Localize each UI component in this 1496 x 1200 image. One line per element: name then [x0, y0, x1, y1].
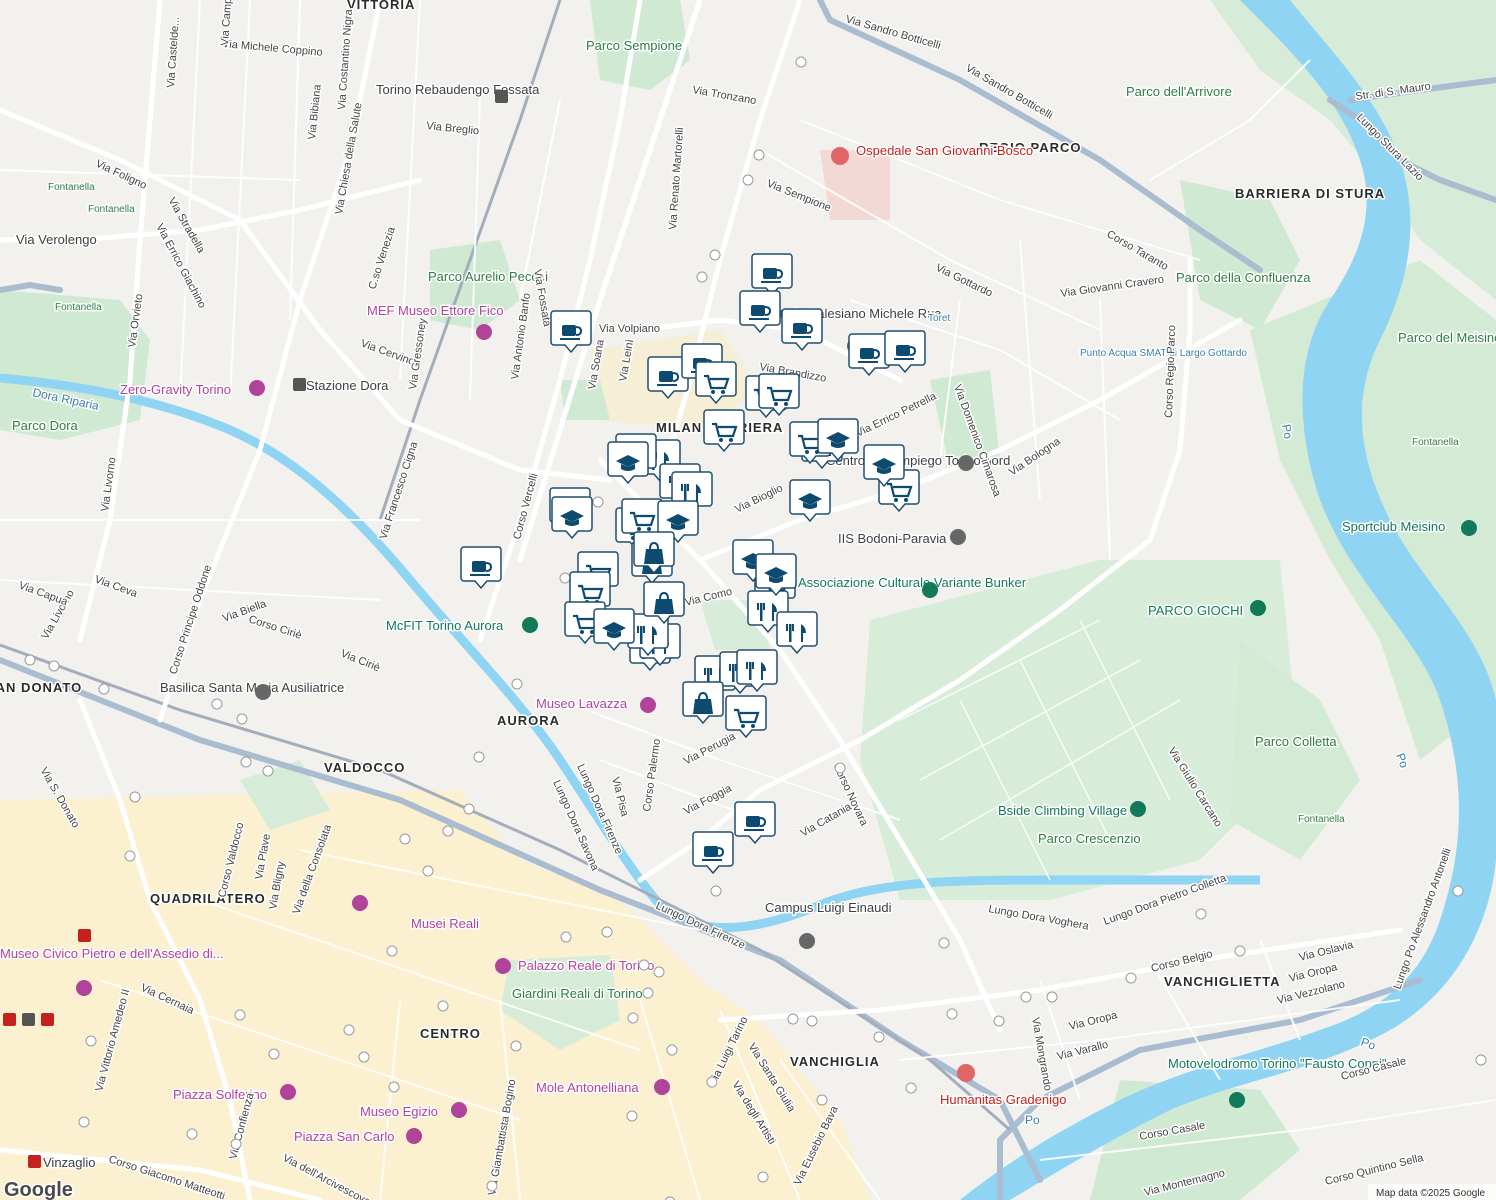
poi-label-basilica: Basilica Santa Maria Ausiliatrice: [160, 680, 344, 695]
metro-icon: [78, 929, 91, 942]
sport-icon: [1229, 1092, 1245, 1108]
park-label-arrivore: Parco dell'Arrivore: [1126, 84, 1232, 99]
park-label-colletta: Parco Colletta: [1255, 734, 1337, 749]
poi-label-variante-bunker: Associazione Culturale Variante Bunker: [798, 575, 1027, 590]
park-icon: [1250, 600, 1266, 616]
poi-label-mcfit: McFIT Torino Aurora: [386, 618, 504, 633]
sport-icon: [522, 617, 538, 633]
park-label-confluenza: Parco della Confluenza: [1176, 270, 1311, 285]
map-canvas[interactable]: VITTORIA REGIO PARCO BARRIERA DI STURA M…: [0, 0, 1496, 1200]
museum-icon: [654, 1079, 670, 1095]
school-icon: [799, 933, 815, 949]
sport-icon: [922, 582, 938, 598]
river-label-po: Po: [1279, 423, 1295, 440]
museum-icon: [495, 958, 511, 974]
park-label-fontanella-4: Fontanella: [1412, 437, 1459, 448]
museum-icon: [352, 895, 368, 911]
museum-icon: [451, 1102, 467, 1118]
area-label-san-donato: SAN DONATO: [0, 680, 82, 695]
area-label-centro: CENTRO: [420, 1026, 481, 1041]
poi-label-mole-antonelliana: Mole Antonelliana: [536, 1080, 639, 1095]
poi-label-iis-bodoni-paravia: IIS Bodoni-Paravia: [838, 531, 947, 546]
poi-label-rebaudengo-fossata: Torino Rebaudengo Fossata: [376, 82, 540, 97]
park-label-fontanella-1: Fontanella: [48, 182, 95, 193]
train-icon: [293, 378, 306, 391]
area-label-quadrilatero: QUADRILATERO: [150, 891, 266, 906]
park-label-peccei: Parco Aurelio Peccei: [428, 269, 548, 284]
poi-label-campus-einaudi: Campus Luigi Einaudi: [765, 900, 892, 915]
park-label-parco-giochi: PARCO GIOCHI: [1148, 603, 1243, 618]
sport-icon: [1130, 801, 1146, 817]
museum-icon: [249, 380, 265, 396]
poi-label-museo-civico-pietro: Museo Civico Pietro e dell'Assedio di...: [0, 946, 224, 961]
area-label-aurora: AURORA: [497, 713, 560, 728]
park-label-dora: Parco Dora: [12, 418, 79, 433]
area-label-valdocco: VALDOCCO: [324, 760, 405, 775]
park-label-fontanella-3: Fontanella: [55, 302, 102, 313]
train-icon: [22, 1013, 35, 1026]
museum-icon: [640, 697, 656, 713]
hospital-icon: [957, 1064, 975, 1082]
poi-label-bside-climbing: Bside Climbing Village: [998, 803, 1127, 818]
park-label-fontanella-5: Fontanella: [1298, 814, 1345, 825]
metro-icon: [41, 1013, 54, 1026]
train-icon: [495, 90, 508, 103]
area-label-vittoria: VITTORIA: [347, 0, 415, 12]
area-label-vanchiglia: VANCHIGLIA: [790, 1054, 880, 1069]
poi-label-sportclub-meisino: Sportclub Meisino: [1342, 519, 1445, 534]
poi-label-ospedale-san-giovanni-bosco: Ospedale San Giovanni Bosco: [856, 143, 1033, 158]
museum-icon: [476, 324, 492, 340]
museum-icon: [406, 1128, 422, 1144]
area-label-vanchiglietta: VANCHIGLIETTA: [1164, 974, 1281, 989]
museum-icon: [280, 1084, 296, 1100]
poi-label-mef-museo-ettore-fico: MEF Museo Ettore Fico: [367, 303, 504, 318]
poi-label-vinzaglio: Vinzaglio: [43, 1155, 96, 1170]
area-label-barriera-di-stura: BARRIERA DI STURA: [1235, 186, 1385, 201]
church-icon: [255, 684, 271, 700]
poi-label-toret: Toret: [928, 313, 950, 324]
hospital-icon: [831, 147, 849, 165]
map-attribution: Map data ©2025 Google: [1376, 1188, 1486, 1199]
poi-label-humanitas-gradenigo: Humanitas Gradenigo: [940, 1092, 1066, 1107]
street-label: Via Verolengo: [16, 232, 97, 247]
poi-label-museo-lavazza: Museo Lavazza: [536, 696, 628, 711]
poi-label-punto-acqua: Punto Acqua SMAT di Largo Gottardo: [1080, 348, 1247, 359]
park-label-giardini-reali: Giardini Reali di Torino: [512, 986, 643, 1001]
school-icon: [950, 529, 966, 545]
poi-label-musei-reali: Musei Reali: [411, 916, 479, 931]
metro-icon: [3, 1013, 16, 1026]
office-icon: [958, 455, 974, 471]
park-label-fontanella-2: Fontanella: [88, 204, 135, 215]
metro-icon: [28, 1155, 41, 1168]
park-label-crescenzio: Parco Crescenzio: [1038, 831, 1141, 846]
river-label-po: Po: [1025, 1113, 1040, 1127]
street-label: Via Volpiano: [599, 323, 660, 335]
poi-label-palazzo-reale: Palazzo Reale di Torino: [518, 958, 654, 973]
park-label-meisino: Parco del Meisino: [1398, 330, 1496, 345]
google-logo: Google: [4, 1179, 73, 1200]
poi-label-piazza-san-carlo: Piazza San Carlo: [294, 1129, 394, 1144]
poi-label-stazione-dora: Stazione Dora: [306, 378, 389, 393]
poi-label-zero-gravity: Zero-Gravity Torino: [120, 382, 231, 397]
park-label-sempione: Parco Sempione: [586, 38, 682, 53]
museum-icon: [76, 980, 92, 996]
poi-label-museo-egizio: Museo Egizio: [360, 1104, 438, 1119]
sport-icon: [1461, 520, 1477, 536]
